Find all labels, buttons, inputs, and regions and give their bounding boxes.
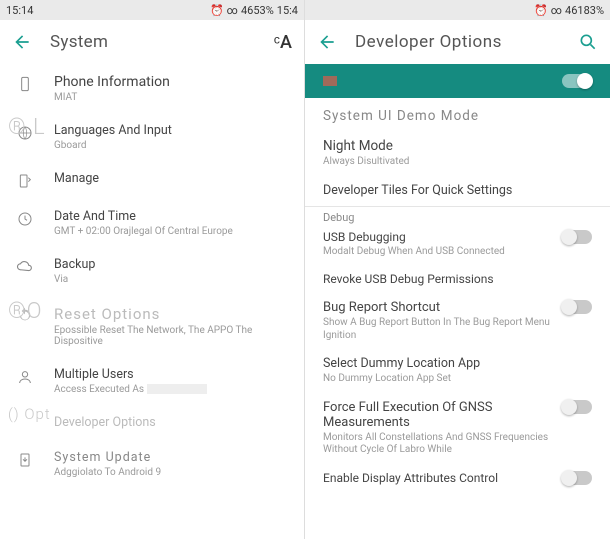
battery-pct: 46183%	[565, 4, 604, 17]
back-icon[interactable]	[317, 32, 337, 52]
languages-input-row[interactable]: Languages And Input Gboard	[0, 113, 304, 161]
row-title: Bug Report Shortcut	[323, 300, 550, 315]
reset-options-row[interactable]: Reset Options Epossible Reset The Networ…	[0, 295, 304, 357]
master-toggle-banner[interactable]	[305, 64, 610, 98]
row-title: Enable Display Attributes Control	[323, 471, 550, 485]
row-title: Backup	[54, 257, 292, 272]
status-bar: 15:14 ⏰ ∞ 4653% 15:4	[0, 0, 304, 20]
master-toggle[interactable]	[562, 74, 592, 88]
reset-icon	[14, 305, 36, 323]
bug-report-shortcut-row[interactable]: Bug Report Shortcut Show A Bug Report Bu…	[305, 294, 610, 350]
manage-icon	[14, 171, 36, 189]
usb-debugging-row[interactable]: USB Debugging Modalt Debug When And USB …	[305, 224, 610, 267]
night-mode-row[interactable]: Night Mode Always Disultivated	[305, 132, 610, 177]
status-bar: ⏰ ∞ 46183%	[305, 0, 610, 20]
page-title: System	[50, 32, 108, 52]
row-title: System UI Demo Mode	[323, 108, 592, 124]
row-title: Developer Tiles For Quick Settings	[323, 183, 592, 198]
banner-badge	[323, 76, 337, 86]
phone-info-icon	[14, 74, 36, 92]
row-subtitle: GMT + 02:00 Orajlegal Of Central Europe	[54, 226, 292, 237]
row-subtitle: No Dummy Location App Set	[323, 373, 592, 386]
section-debug: Debug	[305, 207, 610, 224]
display-attrs-toggle[interactable]	[562, 471, 592, 485]
row-subtitle: Gboard	[54, 140, 292, 151]
display-attributes-row[interactable]: Enable Display Attributes Control	[305, 465, 610, 493]
row-subtitle: Show A Bug Report Button In The Bug Repo…	[323, 317, 550, 342]
row-title: Select Dummy Location App	[323, 356, 592, 371]
update-icon	[14, 450, 36, 468]
row-subtitle: Via	[54, 274, 292, 285]
app-bar: System ᶜA	[0, 20, 304, 64]
row-subtitle: MIAT	[54, 92, 292, 103]
link-icon: ∞	[227, 4, 238, 17]
bug-report-toggle[interactable]	[562, 300, 592, 314]
revoke-usb-row[interactable]: Revoke USB Debug Permissions	[305, 266, 610, 294]
row-subtitle: Epossible Reset The Network, The APPO Th…	[54, 325, 292, 347]
globe-icon	[14, 123, 36, 141]
dummy-location-row[interactable]: Select Dummy Location App No Dummy Locat…	[305, 350, 610, 394]
row-title: Force Full Execution Of GNSS Measurement…	[323, 400, 550, 430]
row-subtitle: Always Disultivated	[323, 156, 592, 169]
page-title: Developer Options	[355, 32, 502, 52]
back-icon[interactable]	[12, 32, 32, 52]
row-title: Multiple Users	[54, 367, 292, 382]
settings-list: Phone Information MIAT ® L Languages And…	[0, 64, 304, 539]
row-title: Revoke USB Debug Permissions	[323, 272, 592, 286]
row-title: Languages And Input	[54, 123, 292, 138]
system-settings-screen: 15:14 ⏰ ∞ 4653% 15:4 System ᶜA Phone Inf…	[0, 0, 305, 539]
usb-debugging-toggle[interactable]	[562, 230, 592, 244]
phone-information-row[interactable]: Phone Information MIAT	[0, 64, 304, 113]
manage-row[interactable]: Manage	[0, 161, 304, 199]
dev-options-list: System UI Demo Mode Night Mode Always Di…	[305, 98, 610, 539]
row-subtitle: Modalt Debug When And USB Connected	[323, 246, 550, 259]
search-icon[interactable]	[578, 32, 598, 52]
developer-tiles-row[interactable]: Developer Tiles For Quick Settings	[305, 177, 610, 206]
row-title: Reset Options	[54, 305, 292, 323]
row-title: Date And Time	[54, 209, 292, 224]
gnss-row[interactable]: Force Full Execution Of GNSS Measurement…	[305, 394, 610, 465]
row-title: USB Debugging	[323, 230, 550, 244]
gnss-toggle[interactable]	[562, 400, 592, 414]
row-title: System Update	[54, 450, 292, 465]
system-update-row[interactable]: System Update Adggiolato To Android 9	[0, 440, 304, 488]
multiple-users-row[interactable]: Multiple Users Access Executed As	[0, 357, 304, 405]
date-time-row[interactable]: Date And Time GMT + 02:00 Orajlegal Of C…	[0, 199, 304, 247]
battery-pct: 4653%	[241, 4, 274, 17]
app-bar: Developer Options	[305, 20, 610, 64]
alarm-icon: ⏰	[210, 4, 224, 17]
row-subtitle: Access Executed As	[54, 384, 292, 395]
row-title: Phone Information	[54, 74, 292, 90]
clock-icon	[14, 209, 36, 227]
user-icon	[14, 367, 36, 385]
status-time-right: 15:4	[277, 4, 298, 17]
link-icon: ∞	[551, 4, 562, 17]
row-subtitle: Adggiolato To Android 9	[54, 467, 292, 478]
row-title: Developer Options	[54, 415, 292, 430]
status-time: 15:14	[6, 4, 33, 17]
row-subtitle: Monitors All Constellations And GNSS Fre…	[323, 432, 550, 457]
row-title: Manage	[54, 171, 292, 186]
font-size-icon[interactable]: ᶜA	[274, 32, 292, 53]
developer-options-screen: ⏰ ∞ 46183% Developer Options System UI D…	[305, 0, 610, 539]
backup-row[interactable]: Backup Via	[0, 247, 304, 295]
developer-options-row[interactable]: Developer Options	[0, 405, 304, 440]
cloud-icon	[14, 257, 36, 273]
row-title: Night Mode	[323, 138, 592, 154]
system-ui-demo-row[interactable]: System UI Demo Mode	[305, 102, 610, 132]
alarm-icon: ⏰	[534, 4, 548, 17]
